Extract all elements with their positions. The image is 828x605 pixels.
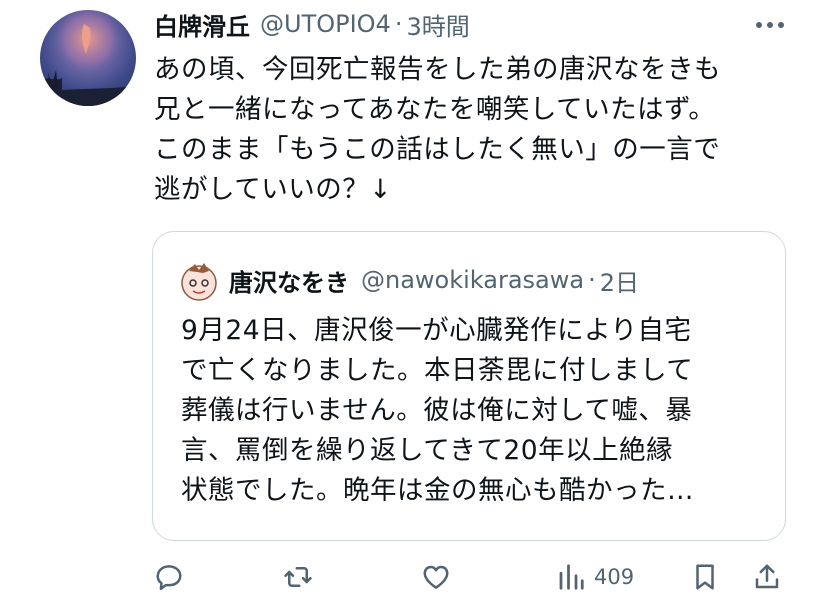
quoted-tweet-card[interactable]: 唐沢なをき @nawokikarasawa · 2日 9月24日、唐沢俊一が心臓… bbox=[152, 231, 786, 541]
author-avatar[interactable] bbox=[40, 10, 136, 106]
reply-button[interactable] bbox=[154, 561, 184, 593]
retweet-button[interactable] bbox=[283, 561, 313, 593]
tweet-text: あの頃、今回死亡報告をした弟の唐沢なをきも 兄と一緒になってあなたを嘲笑していた… bbox=[154, 50, 794, 210]
share-button[interactable] bbox=[752, 561, 782, 593]
quoted-tweet-header: 唐沢なをき @nawokikarasawa · 2日 bbox=[229, 260, 639, 300]
tweet-text-line: 逃がしていいの？↓ bbox=[154, 174, 392, 205]
views-icon bbox=[559, 564, 584, 590]
quoted-tweet-text: 9月24日、唐沢俊一が心臓発作により自宅 で亡くなりました。本日荼毘に付しまして… bbox=[181, 311, 771, 511]
quoted-header-separator: · bbox=[588, 266, 596, 294]
quoted-text-line: 言、罵倒を繰り返してきて20年以上絶縁 bbox=[181, 435, 674, 466]
quoted-author-avatar bbox=[179, 261, 219, 301]
tweet-text-line: あの頃、今回死亡報告をした弟の唐沢なをきも bbox=[154, 54, 721, 85]
quoted-author-handle: @nawokikarasawa bbox=[361, 266, 585, 294]
tweet-header: 白牌滑丘 @UTOPIO4 · 3時間 bbox=[154, 6, 788, 42]
author-handle[interactable]: @UTOPIO4 bbox=[260, 10, 391, 38]
tweet-text-line: 兄と一緒になってあなたを嘲笑していたはず。 bbox=[154, 94, 716, 125]
author-name[interactable]: 白牌滑丘 bbox=[154, 7, 250, 42]
like-button[interactable] bbox=[421, 561, 451, 593]
avatar-image bbox=[40, 10, 136, 106]
header-separator: · bbox=[394, 10, 403, 38]
retweet-icon bbox=[284, 567, 312, 587]
heart-icon bbox=[423, 565, 449, 589]
reply-icon bbox=[156, 565, 182, 591]
bookmark-icon bbox=[696, 564, 714, 590]
more-options-button[interactable] bbox=[754, 14, 786, 36]
views-count: 409 bbox=[594, 565, 635, 589]
share-icon bbox=[755, 564, 779, 589]
tweet-action-bar: 409 bbox=[0, 555, 828, 599]
quoted-text-line: 葬儀は行いません。彼は俺に対して嘘、暴 bbox=[181, 395, 693, 426]
tweet-text-line: このまま「もうこの話はしたく無い」の一言で bbox=[154, 134, 721, 165]
tweet-timestamp[interactable]: 3時間 bbox=[406, 7, 469, 42]
cartoon-face-icon bbox=[181, 263, 217, 301]
quoted-text-line: 状態でした。晩年は金の無心も酷かった… bbox=[181, 475, 694, 506]
bookmark-button[interactable] bbox=[690, 561, 720, 593]
quoted-text-line: で亡くなりました。本日荼毘に付しまして bbox=[181, 355, 694, 386]
quoted-author-name: 唐沢なをき bbox=[229, 268, 349, 297]
more-dots-icon bbox=[756, 22, 784, 28]
views-button[interactable]: 409 bbox=[556, 561, 634, 593]
quoted-tweet-timestamp: 2日 bbox=[599, 268, 640, 297]
quoted-text-line: 9月24日、唐沢俊一が心臓発作により自宅 bbox=[181, 315, 692, 346]
